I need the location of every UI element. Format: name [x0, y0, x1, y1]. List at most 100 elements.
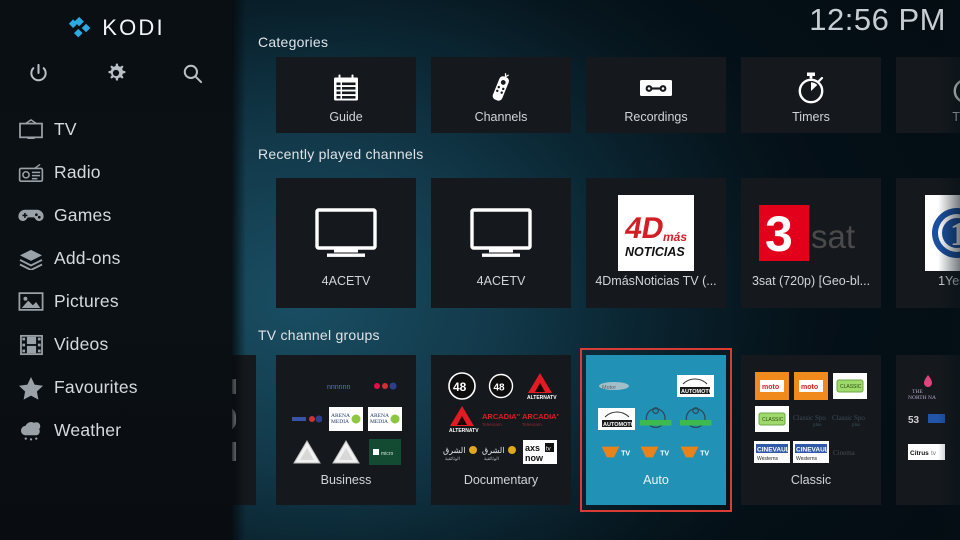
group-logo: الشرق الوثائقية [443, 436, 480, 467]
sidebar-item-weather[interactable]: Weather [0, 409, 232, 452]
clock: 12:56 PM [809, 2, 946, 37]
group-logo: TV [637, 436, 674, 467]
svg-text:Westerns: Westerns [757, 456, 779, 462]
section-title-recently-played: Recently played channels [258, 146, 424, 162]
svg-text:Classic Spo: Classic Spo [832, 414, 865, 422]
group-logo: axs tv now [522, 436, 559, 467]
channel-tile-1yes-news[interactable]: 1 1Yes New [896, 178, 960, 308]
group-logo: TV [677, 436, 714, 467]
channel-tile-4dmasnoticias[interactable]: 4D más NOTICIAS 4DmásNoticias TV (... [586, 178, 726, 308]
sidebar-item-label: Pictures [54, 291, 119, 311]
one-yes-news-logo: 1 [896, 192, 960, 274]
group-logo: Classic Spo plus [832, 404, 869, 435]
svg-text:ARCADIA": ARCADIA" [482, 412, 519, 421]
group-logo: الشرق الوثائقية [482, 436, 519, 467]
svg-text:moto: moto [801, 384, 818, 391]
svg-text:1: 1 [950, 216, 960, 253]
channel-tile-4acetv-2[interactable]: 4ACETV [431, 178, 571, 308]
svg-text:CINEVAULT: CINEVAULT [757, 446, 789, 453]
svg-text:Classic Spo: Classic Spo [793, 414, 826, 422]
radio-icon [8, 163, 54, 183]
svg-text:sat: sat [811, 218, 855, 255]
sidebar-item-videos[interactable]: Videos [0, 323, 232, 366]
gamepad-icon [8, 207, 54, 225]
group-label: S [900, 473, 960, 487]
categories-row[interactable]: Guide Channels Recordings Timers T [276, 57, 960, 133]
sidebar-item-games[interactable]: Games [0, 194, 232, 237]
addons-icon [8, 248, 54, 270]
group-logo: 48 [482, 371, 519, 402]
group-tile-classic[interactable]: moto moto CLASSIC CLASSIC Classic Spo pl… [741, 355, 881, 505]
group-logo: moto [792, 371, 829, 402]
group-logo: AUTOMOTO [676, 371, 714, 402]
power-icon[interactable] [0, 63, 77, 84]
group-logo: micro [367, 436, 404, 467]
svg-text:más: más [663, 230, 687, 244]
sidebar-item-label: Weather [54, 420, 122, 440]
group-logo [288, 404, 325, 435]
svg-text:NORTH NA: NORTH NA [908, 395, 936, 401]
group-logo [288, 371, 325, 402]
group-logo: THE NORTH NA [908, 371, 945, 402]
sidebar-item-tv[interactable]: TV [0, 108, 232, 151]
sidebar-item-label: Favourites [54, 377, 138, 397]
svg-text:الوثائقية: الوثائقية [484, 456, 499, 461]
group-label: Business [320, 473, 372, 487]
category-label: Recordings [624, 110, 688, 124]
group-logo: Cinema [832, 436, 869, 467]
svg-text:Westerns: Westerns [796, 456, 818, 462]
svg-text:moto: moto [762, 384, 779, 391]
svg-text:plus: plus [852, 423, 860, 427]
svg-text:TV: TV [700, 449, 709, 457]
category-tile-timer-rules[interactable]: Time [896, 57, 960, 133]
group-label: Documentary [463, 473, 539, 487]
group-logo-mosaic: moto moto CLASSIC CLASSIC Classic Spo pl… [753, 371, 869, 467]
group-tile-partial-right[interactable]: THE NORTH NA 53 Citrus tv [896, 355, 960, 505]
channel-tile-3sat[interactable]: 3 sat 3sat (720p) [Geo-bl... [741, 178, 881, 308]
channel-tile-4acetv-1[interactable]: 4ACETV [276, 178, 416, 308]
channel-label: 4DmásNoticias TV (... [595, 274, 717, 288]
svg-text:ARCADIA": ARCADIA" [522, 412, 559, 421]
group-tile-auto[interactable]: Motor AUTOMOTO AUTOMOTO TV TV TV Auto [580, 348, 732, 512]
group-logo: ALTERNATV [443, 404, 480, 435]
sidebar-item-pictures[interactable]: Pictures [0, 280, 232, 323]
section-title-tv-channel-groups: TV channel groups [258, 327, 380, 343]
kodi-logo-icon [69, 16, 91, 38]
group-logo: Citrus tv [908, 436, 946, 467]
settings-icon[interactable] [77, 62, 154, 84]
channel-label: 1Yes New [938, 274, 960, 288]
category-label: Time [952, 110, 960, 124]
group-logo [327, 436, 364, 467]
calendar-guide-icon [276, 69, 416, 107]
category-label: Timers [792, 110, 830, 124]
sidebar-item-add-ons[interactable]: Add-ons [0, 237, 232, 280]
category-tile-recordings[interactable]: Recordings [586, 57, 726, 133]
category-tile-guide[interactable]: Guide [276, 57, 416, 133]
svg-text:tv: tv [546, 446, 551, 452]
svg-text:ALTERNATV: ALTERNATV [527, 395, 557, 401]
group-logo: CINEVAULT Westerns [792, 436, 829, 467]
recently-played-row[interactable]: 4ACETV 4ACETV 4D más NOTICIAS 4DmásNotic… [276, 178, 960, 308]
group-logo: Motor [598, 371, 635, 402]
sidebar-item-radio[interactable]: Radio [0, 151, 232, 194]
stopwatch-icon [896, 69, 960, 107]
tv-channel-groups-row[interactable]: nnnnnn ARENA MEDIA ARENA MEDIA micro Bus… [276, 348, 960, 512]
svg-text:4D: 4D [622, 212, 666, 245]
group-logo: 53 [908, 404, 946, 435]
group-logo-mosaic: Motor AUTOMOTO AUTOMOTO TV TV TV [598, 371, 714, 467]
group-tile-business[interactable]: nnnnnn ARENA MEDIA ARENA MEDIA micro Bus… [276, 355, 416, 505]
channel-label: 4ACETV [321, 274, 371, 288]
sidebar-item-label: Radio [54, 162, 101, 182]
svg-text:TV: TV [660, 449, 669, 457]
svg-text:nnnnnn: nnnnnn [327, 384, 350, 391]
category-tile-channels[interactable]: Channels [431, 57, 571, 133]
category-tile-timers[interactable]: Timers [741, 57, 881, 133]
category-label: Guide [329, 110, 363, 124]
group-logo [637, 404, 674, 435]
search-icon[interactable] [154, 63, 231, 84]
content-area: Categories Guide Channels Recordings Tim… [196, 0, 960, 540]
group-tile-documentary[interactable]: 48 48 ALTERNATV ALTERNATV ARCADIA" Televi… [431, 355, 571, 505]
svg-text:axs: axs [525, 443, 540, 453]
svg-text:Television: Television [482, 422, 502, 427]
sidebar-item-favourites[interactable]: Favourites [0, 366, 232, 409]
